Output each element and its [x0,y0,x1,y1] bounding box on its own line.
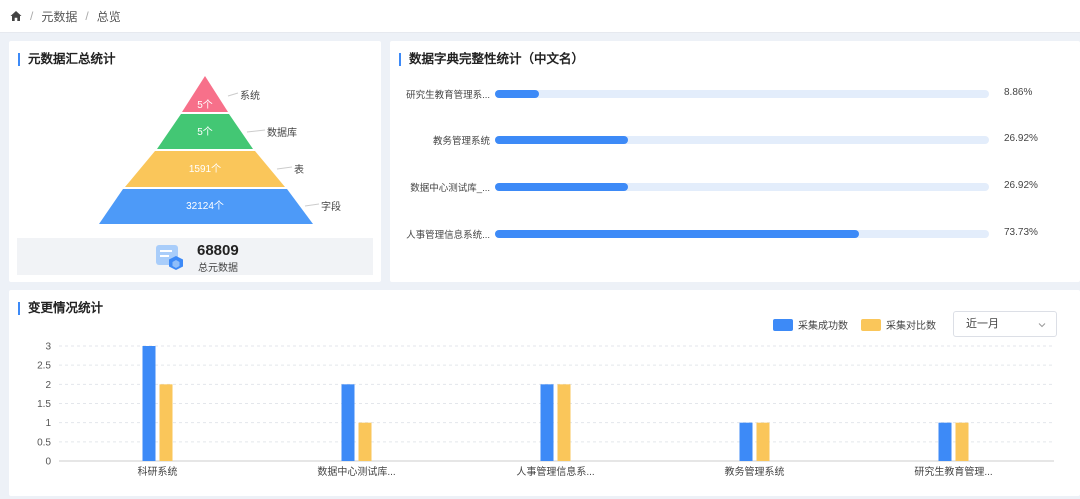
dict-progress-fill [495,136,628,144]
dict-row: 教务管理系统 26.92% [390,133,1080,147]
dict-row-percent: 26.92% [1004,180,1038,191]
bar-compare [955,422,969,461]
pyramid-leader [304,203,320,207]
pyramid-leader [276,166,293,170]
y-tick-label: 0.5 [37,437,51,448]
legend-swatch-success [773,318,793,331]
card-title: 数据字典完整性统计（中文名） [399,53,584,66]
bar-compare [756,422,770,461]
metadata-summary-card: 元数据汇总统计 5个 5个 1591个 32124个 系统 数据库 表 字段 6… [9,41,381,282]
bar-success [540,384,554,461]
database-icon [156,245,183,270]
dict-row-name: 数据中心测试库_... [410,183,490,194]
x-tick-label: 教务管理系统 [725,465,785,478]
legend-item-compare[interactable]: 采集对比数 [861,317,936,332]
x-tick-label: 数据中心测试库... [317,465,395,478]
pyramid-label-database: 数据库 [267,128,297,139]
bar-success [142,346,156,461]
dict-row-percent: 8.86% [1004,87,1033,98]
y-tick-label: 3 [45,342,51,353]
dictionary-completeness-card: 数据字典完整性统计（中文名） 研究生教育管理系... 8.86% 教务管理系统 … [390,41,1080,282]
dict-progress-fill [495,183,628,191]
pyramid-label-system: 系统 [240,91,260,102]
pyramid-value-system: 5个 [197,100,213,111]
dict-row: 人事管理信息系统... 73.73% [390,227,1080,241]
period-select[interactable]: 近一月 [953,311,1057,337]
breadcrumb-item-metadata[interactable]: 元数据 [41,8,77,25]
card-title: 变更情况统计 [18,302,103,315]
breadcrumb-separator: / [30,9,34,23]
total-metadata-label: 总元数据 [198,263,238,274]
x-tick-label: 科研系统 [138,465,178,478]
bar-success [341,384,355,461]
dict-progress-fill [495,230,860,238]
change-statistics-card: 变更情况统计 采集成功数 采集对比数 近一月 0 0.5 1 1.5 2 2.5 3 科研系统… [9,290,1080,496]
dict-row-name: 教务管理系统 [432,136,490,147]
y-tick-label: 2 [45,380,51,391]
pyramid-leader [227,92,239,97]
y-tick-label: 1 [45,418,51,429]
dict-row-name: 人事管理信息系统... [406,230,490,241]
legend-label: 采集对比数 [886,321,936,332]
pyramid-label-field: 字段 [321,202,341,213]
total-metadata-box: 68809 总元数据 [17,238,373,275]
x-tick-label: 研究生教育管理... [914,465,992,478]
dict-progress-fill [495,90,539,98]
dict-row-name: 研究生教育管理系... [406,90,490,101]
legend-item-success[interactable]: 采集成功数 [773,317,848,332]
y-tick-label: 2.5 [37,361,51,372]
dict-progress-track [495,183,989,191]
pyramid-leader [246,129,266,133]
dict-row: 数据中心测试库_... 26.92% [390,180,1080,194]
pyramid-value-database: 5个 [197,127,213,138]
legend-swatch-compare [861,318,881,331]
dict-progress-track [495,230,989,238]
home-icon[interactable] [10,10,22,22]
bar-success [938,422,952,461]
dict-row-percent: 73.73% [1004,227,1038,238]
pyramid-value-table: 1591个 [188,164,222,175]
bar-compare [358,422,372,461]
legend-label: 采集成功数 [798,321,848,332]
bar-success [739,422,753,461]
x-tick-label: 人事管理信息系... [516,465,594,478]
dict-row: 研究生教育管理系... 8.86% [390,87,1080,101]
bar-compare [159,384,173,461]
dict-progress-track [495,136,989,144]
breadcrumb-item-overview: 总览 [96,9,121,24]
change-bar-chart: 0 0.5 1 1.5 2 2.5 3 科研系统 数据中心测试库... 人事管理信息系... 教务管… [37,342,1054,478]
y-tick-label: 1.5 [37,399,51,410]
breadcrumb-separator: / [85,9,89,23]
dict-row-percent: 26.92% [1004,133,1038,144]
bar-compare [557,384,571,461]
chevron-down-icon [1038,323,1046,328]
breadcrumb: / 元数据 / 总览 [0,0,1080,33]
period-select-value: 近一月 [966,318,999,330]
total-metadata-count: 68809 [197,242,239,259]
dict-progress-track [495,90,989,98]
y-tick-label: 0 [45,457,51,468]
pyramid-label-table: 表 [294,165,304,176]
pyramid-value-field: 32124个 [186,201,224,212]
